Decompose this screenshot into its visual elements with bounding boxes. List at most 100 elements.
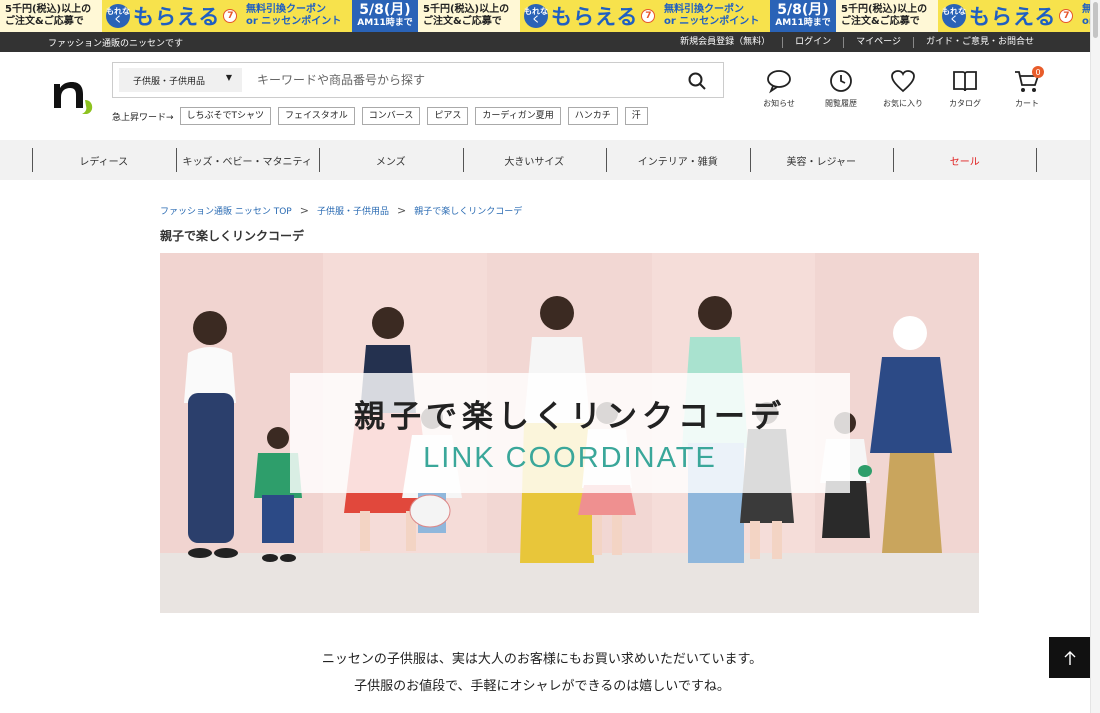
promo-badge: もれなく bbox=[106, 4, 130, 28]
promo-condition-line: 5千円(税込)以上の bbox=[841, 4, 928, 15]
promo-badge: もれなく bbox=[942, 4, 966, 28]
promo-headline: もらえる bbox=[133, 5, 221, 29]
trend-word[interactable]: カーディガン夏用 bbox=[475, 107, 561, 125]
search-category-select[interactable]: 子供服・子供用品 ▼ bbox=[119, 68, 242, 92]
promo-badge: もれなく bbox=[524, 4, 548, 28]
history-label: 閲覧履歴 bbox=[825, 99, 857, 108]
mypage-link[interactable]: マイページ bbox=[843, 36, 913, 48]
promo-condition: 5千円(税込)以上の ご注文&ご応募で bbox=[0, 0, 102, 32]
promo-deadline-time: AM11時まで bbox=[357, 18, 413, 28]
promo-unit[interactable]: 5千円(税込)以上の ご注文&ご応募で もれなく もらえる 7 無料引換クーポン… bbox=[836, 0, 1100, 32]
seven-eleven-icon: 7 bbox=[1059, 9, 1074, 23]
hero-title-box: 親子で楽しくリンクコーデ LINK COORDINATE bbox=[290, 373, 850, 493]
trend-word[interactable]: 汗 bbox=[624, 107, 648, 125]
trend-label: 急上昇ワード→ bbox=[112, 112, 174, 123]
intro-text: ニッセンの子供服は、実は大人のお客様にもお買い求めいただいています。 子供服のお… bbox=[0, 646, 1084, 700]
login-link[interactable]: ログイン bbox=[782, 36, 843, 48]
seven-eleven-icon: 7 bbox=[223, 9, 238, 23]
catalog-button[interactable]: カタログ bbox=[934, 68, 996, 109]
promo-condition-line: 5千円(税込)以上の bbox=[5, 4, 92, 15]
promo-condition: 5千円(税込)以上の ご注文&ご応募で bbox=[836, 0, 938, 32]
promo-headline: もらえる bbox=[551, 5, 639, 29]
promo-banner[interactable]: 5千円(税込)以上の ご注文&ご応募で もれなく もらえる 7 無料引換クーポン… bbox=[0, 0, 1100, 32]
promo-condition-line: 5千円(税込)以上の bbox=[423, 4, 510, 15]
speech-bubble-icon bbox=[767, 70, 791, 94]
cart-count-badge: 0 bbox=[1032, 66, 1044, 78]
promo-coupon-or: or bbox=[246, 16, 258, 27]
nav-beauty-leisure[interactable]: 美容・レジャー bbox=[749, 140, 894, 180]
clock-icon bbox=[830, 70, 852, 92]
promo-deadline-time: AM11時まで bbox=[775, 18, 831, 28]
hero-banner: 親子で楽しくリンクコーデ LINK COORDINATE bbox=[160, 253, 979, 613]
promo-unit[interactable]: 5千円(税込)以上の ご注文&ご応募で もれなく もらえる 7 無料引換クーポン… bbox=[418, 0, 836, 32]
trend-word[interactable]: ピアス bbox=[427, 107, 469, 125]
promo-deadline-date: 5/8(月) bbox=[359, 2, 411, 18]
trending-keywords: 急上昇ワード→ しちぶそでTシャツ フェイスタオル コンバース ピアス カーディ… bbox=[112, 107, 655, 125]
trend-word[interactable]: コンバース bbox=[361, 107, 421, 125]
heart-icon bbox=[891, 70, 915, 93]
chevron-down-icon: ▼ bbox=[225, 73, 232, 82]
promo-coupon: 無料引換クーポン or ニッセンポイント bbox=[242, 0, 352, 32]
header-icons: お知らせ 閲覧履歴 お気に入り カタログ 0 カート bbox=[748, 66, 1058, 109]
promo-condition: 5千円(税込)以上の ご注文&ご応募で bbox=[418, 0, 520, 32]
hero-title-jp: 親子で楽しくリンクコーデ bbox=[354, 399, 786, 435]
nav-sale[interactable]: セール bbox=[893, 140, 1037, 180]
nav-large-sizes[interactable]: 大きいサイズ bbox=[462, 140, 607, 180]
promo-condition-line: ご注文&ご応募で bbox=[841, 16, 920, 27]
history-button[interactable]: 閲覧履歴 bbox=[810, 68, 872, 109]
breadcrumb: ファッション通販 ニッセン TOP > 子供服・子供用品 > 親子で楽しくリンク… bbox=[160, 204, 522, 217]
breadcrumb-current[interactable]: 親子で楽しくリンクコーデ bbox=[414, 204, 522, 217]
breadcrumb-separator: > bbox=[396, 204, 407, 217]
promo-coupon-line: or ニッセンポイント bbox=[246, 16, 352, 28]
register-link[interactable]: 新規会員登録（無料） bbox=[668, 37, 782, 48]
promo-condition-line: ご注文&ご応募で bbox=[5, 16, 84, 27]
page-title: 親子で楽しくリンクコーデ bbox=[160, 229, 305, 243]
cart-button[interactable]: 0 カート bbox=[996, 66, 1058, 109]
favorite-button[interactable]: お気に入り bbox=[872, 68, 934, 109]
promo-coupon: 無料引換クーポン or ニッセンポイント bbox=[660, 0, 770, 32]
scrollbar-thumb[interactable] bbox=[1093, 2, 1098, 38]
promo-deadline: 5/8(月) AM11時まで bbox=[770, 0, 836, 32]
search-input[interactable] bbox=[257, 67, 677, 93]
promo-coupon-or: or bbox=[664, 16, 676, 27]
arrow-up-icon bbox=[1064, 650, 1075, 665]
promo-coupon-line: 無料引換クーポン bbox=[246, 4, 326, 15]
nissen-logo[interactable] bbox=[52, 72, 94, 115]
notice-label: お知らせ bbox=[763, 99, 795, 108]
nav-kids-baby-maternity[interactable]: キッズ・ベビー・マタニティ bbox=[175, 140, 320, 180]
back-to-top-button[interactable] bbox=[1049, 637, 1090, 678]
hero-title-en: LINK COORDINATE bbox=[423, 442, 717, 474]
seven-eleven-icon: 7 bbox=[641, 9, 656, 23]
promo-headline-area: もれなく もらえる 7 bbox=[938, 0, 1078, 32]
promo-headline-area: もれなく もらえる 7 bbox=[102, 0, 242, 32]
promo-coupon-line: 無料引換クーポン bbox=[664, 4, 744, 15]
promo-deadline-date: 5/8(月) bbox=[777, 2, 829, 18]
guide-link[interactable]: ガイド・ご意見・お問合せ bbox=[912, 36, 1046, 48]
trend-word[interactable]: フェイスタオル bbox=[278, 107, 355, 125]
promo-condition-line: ご注文&ご応募で bbox=[423, 16, 502, 27]
search-category-label: 子供服・子供用品 bbox=[133, 76, 206, 87]
scrollbar[interactable] bbox=[1090, 0, 1100, 713]
promo-unit[interactable]: 5千円(税込)以上の ご注文&ご応募で もれなく もらえる 7 無料引換クーポン… bbox=[0, 0, 418, 32]
favorite-label: お気に入り bbox=[883, 99, 923, 108]
promo-coupon-points: ニッセンポイント bbox=[261, 16, 342, 27]
intro-line: ニッセンの子供服は、実は大人のお客様にもお買い求めいただいています。 bbox=[321, 652, 763, 667]
utility-bar: ファッション通販のニッセンです 新規会員登録（無料） ログイン マイページ ガイ… bbox=[0, 32, 1090, 52]
category-nav: レディース キッズ・ベビー・マタニティ メンズ 大きいサイズ インテリア・雑貨 … bbox=[0, 140, 1090, 180]
promo-deadline: 5/8(月) AM11時まで bbox=[352, 0, 418, 32]
notice-button[interactable]: お知らせ bbox=[748, 68, 810, 109]
trend-word[interactable]: しちぶそでTシャツ bbox=[179, 107, 272, 125]
header: 子供服・子供用品 ▼ 急上昇ワード→ しちぶそでTシャツ フェイスタオル コンバ… bbox=[0, 52, 1090, 140]
trend-word[interactable]: ハンカチ bbox=[567, 107, 618, 125]
promo-headline-area: もれなく もらえる 7 bbox=[520, 0, 660, 32]
promo-coupon-line: or ニッセンポイント bbox=[664, 16, 770, 28]
promo-headline: もらえる bbox=[969, 5, 1057, 29]
nav-mens[interactable]: メンズ bbox=[319, 140, 463, 180]
search-icon[interactable] bbox=[687, 71, 707, 91]
nav-interior-goods[interactable]: インテリア・雑貨 bbox=[606, 140, 750, 180]
breadcrumb-kids[interactable]: 子供服・子供用品 bbox=[317, 204, 389, 217]
breadcrumb-top[interactable]: ファッション通販 ニッセン TOP bbox=[160, 204, 292, 217]
promo-coupon-points: ニッセンポイント bbox=[679, 16, 760, 27]
nav-ladies[interactable]: レディース bbox=[32, 140, 176, 180]
book-icon bbox=[953, 71, 977, 92]
